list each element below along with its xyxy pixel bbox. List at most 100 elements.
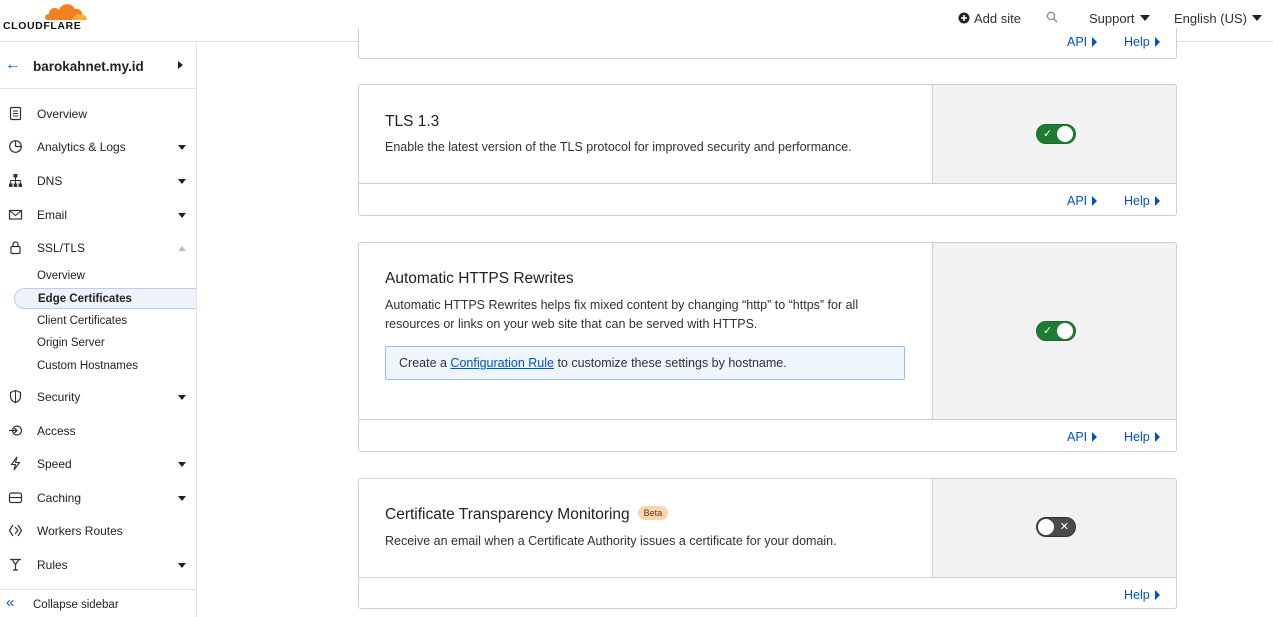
help-link[interactable]: Help: [1124, 588, 1160, 602]
caret-right-icon: [1092, 432, 1098, 442]
help-link[interactable]: Help: [1124, 430, 1160, 444]
beta-badge: Beta: [637, 506, 669, 520]
sidebar-subitem-custom-hostnames[interactable]: Custom Hostnames: [14, 355, 196, 376]
notice-prefix: Create a: [399, 356, 451, 370]
card-body: TLS 1.3 Enable the latest version of the…: [359, 85, 932, 183]
support-label: Support: [1089, 10, 1135, 26]
caret-right-icon: [1154, 196, 1160, 206]
language-menu[interactable]: English (US): [1174, 9, 1262, 27]
sidebar-item-workers-routes[interactable]: Workers Routes: [0, 519, 196, 543]
language-label: English (US): [1174, 10, 1247, 26]
https-rewrites-toggle[interactable]: ✓: [1036, 321, 1076, 341]
check-icon: ✓: [1043, 325, 1053, 337]
sidebar-item-speed[interactable]: Speed: [0, 452, 196, 476]
toggle-knob: [1057, 126, 1073, 142]
search-icon: [1046, 11, 1058, 26]
sidebar-subitem-label: Client Certificates: [37, 314, 128, 327]
caret-right-icon: [1154, 590, 1160, 600]
configuration-rule-notice: Create a Configuration Rule to customize…: [385, 346, 905, 380]
sidebar-subitem-label: Overview: [37, 269, 85, 282]
tls13-card: TLS 1.3 Enable the latest version of the…: [358, 84, 1177, 216]
api-link[interactable]: API: [1067, 194, 1098, 208]
plus-circle-icon: [958, 12, 970, 24]
sidebar-item-label: SSL/TLS: [37, 241, 86, 255]
sidebar-item-email[interactable]: Email: [0, 203, 196, 227]
caret-right-icon: [1092, 196, 1098, 206]
card-body: Automatic HTTPS Rewrites Automatic HTTPS…: [359, 243, 932, 419]
card-body: Certificate Transparency Monitoring Beta …: [359, 479, 932, 577]
email-icon: [8, 209, 23, 220]
help-link-label: Help: [1124, 430, 1150, 444]
sidebar: ← barokahnet.my.id Overview Analytics & …: [0, 43, 197, 617]
card-title-text: Certificate Transparency Monitoring: [385, 506, 630, 523]
api-link[interactable]: API: [1067, 35, 1098, 49]
toggle-knob: [1038, 519, 1054, 535]
help-link[interactable]: Help: [1124, 194, 1160, 208]
card-footer: API Help: [359, 419, 1176, 451]
chevron-down-icon: [178, 395, 186, 400]
chevron-down-icon: [178, 213, 186, 218]
ct-monitoring-toggle[interactable]: ✕: [1036, 517, 1076, 537]
sidebar-item-rules[interactable]: Rules: [0, 553, 196, 577]
storage-icon: [8, 492, 23, 504]
sidebar-item-label: Overview: [37, 107, 88, 121]
sidebar-subitem-label: Origin Server: [37, 336, 105, 349]
back-arrow-icon[interactable]: ←: [5, 56, 21, 74]
sidebar-item-analytics[interactable]: Analytics & Logs: [0, 135, 196, 159]
sidebar-item-label: Caching: [37, 491, 82, 505]
help-link[interactable]: Help: [1124, 35, 1160, 49]
workers-icon: [8, 524, 23, 537]
brand-name: CLOUDFLARE: [3, 20, 82, 32]
help-link-label: Help: [1124, 194, 1150, 208]
chevron-down-icon: [1139, 15, 1150, 21]
zone-selector[interactable]: ← barokahnet.my.id: [0, 43, 196, 89]
add-site-link[interactable]: Add site: [958, 9, 1021, 27]
sidebar-item-access[interactable]: Access: [0, 419, 196, 443]
chevron-down-icon: [178, 496, 186, 501]
chevron-down-icon: [178, 462, 186, 467]
api-link-label: API: [1067, 194, 1088, 208]
pie-chart-icon: [9, 140, 22, 153]
sidebar-item-overview[interactable]: Overview: [0, 102, 196, 126]
card-footer: API Help: [359, 183, 1176, 215]
sidebar-item-caching[interactable]: Caching: [0, 486, 196, 510]
clipboard-icon: [9, 106, 22, 121]
sidebar-item-label: Analytics & Logs: [37, 140, 126, 154]
card-footer: Help: [359, 577, 1176, 608]
api-link[interactable]: API: [1067, 430, 1098, 444]
card-title: Automatic HTTPS Rewrites: [385, 270, 574, 287]
sidebar-subitem-client-certificates[interactable]: Client Certificates: [14, 310, 196, 331]
close-icon: ✕: [1059, 521, 1069, 533]
https-rewrites-card: Automatic HTTPS Rewrites Automatic HTTPS…: [358, 242, 1177, 452]
tls13-toggle[interactable]: ✓: [1036, 124, 1076, 144]
sidebar-subitem-origin-server[interactable]: Origin Server: [14, 332, 196, 353]
sidebar-item-ssl-tls[interactable]: SSL/TLS: [0, 236, 196, 260]
help-link-label: Help: [1124, 35, 1150, 49]
check-icon: ✓: [1043, 128, 1053, 140]
sidebar-subitem-ssl-overview[interactable]: Overview: [14, 265, 196, 286]
sidebar-item-label: Speed: [37, 457, 72, 471]
api-link-label: API: [1067, 35, 1088, 49]
configuration-rule-link[interactable]: Configuration Rule: [450, 356, 554, 370]
cloudflare-logo[interactable]: CLOUDFLARE: [2, 0, 92, 34]
sidebar-item-label: Email: [37, 208, 68, 222]
card-description: Receive an email when a Certificate Auth…: [385, 534, 837, 548]
card-description: Automatic HTTPS Rewrites helps fix mixed…: [385, 298, 859, 331]
network-icon: [9, 174, 22, 187]
sidebar-item-security[interactable]: Security: [0, 385, 196, 409]
sidebar-item-label: Access: [37, 424, 76, 438]
chevron-down-icon: [178, 563, 186, 568]
sidebar-subitem-label: Edge Certificates: [38, 292, 132, 305]
collapse-sidebar-label: Collapse sidebar: [33, 599, 119, 611]
chevron-right-icon: [178, 61, 183, 69]
support-menu[interactable]: Support: [1089, 9, 1150, 27]
search-button[interactable]: [1046, 9, 1058, 27]
sidebar-subitem-edge-certificates[interactable]: Edge Certificates: [14, 288, 196, 309]
card-control-panel: ✓: [932, 85, 1176, 183]
chevron-down-icon: [1251, 15, 1262, 21]
bolt-icon: [10, 456, 21, 471]
chevron-up-icon: [178, 246, 186, 251]
collapse-sidebar-button[interactable]: « Collapse sidebar: [0, 589, 196, 617]
lock-icon: [10, 241, 21, 255]
sidebar-item-dns[interactable]: DNS: [0, 169, 196, 193]
